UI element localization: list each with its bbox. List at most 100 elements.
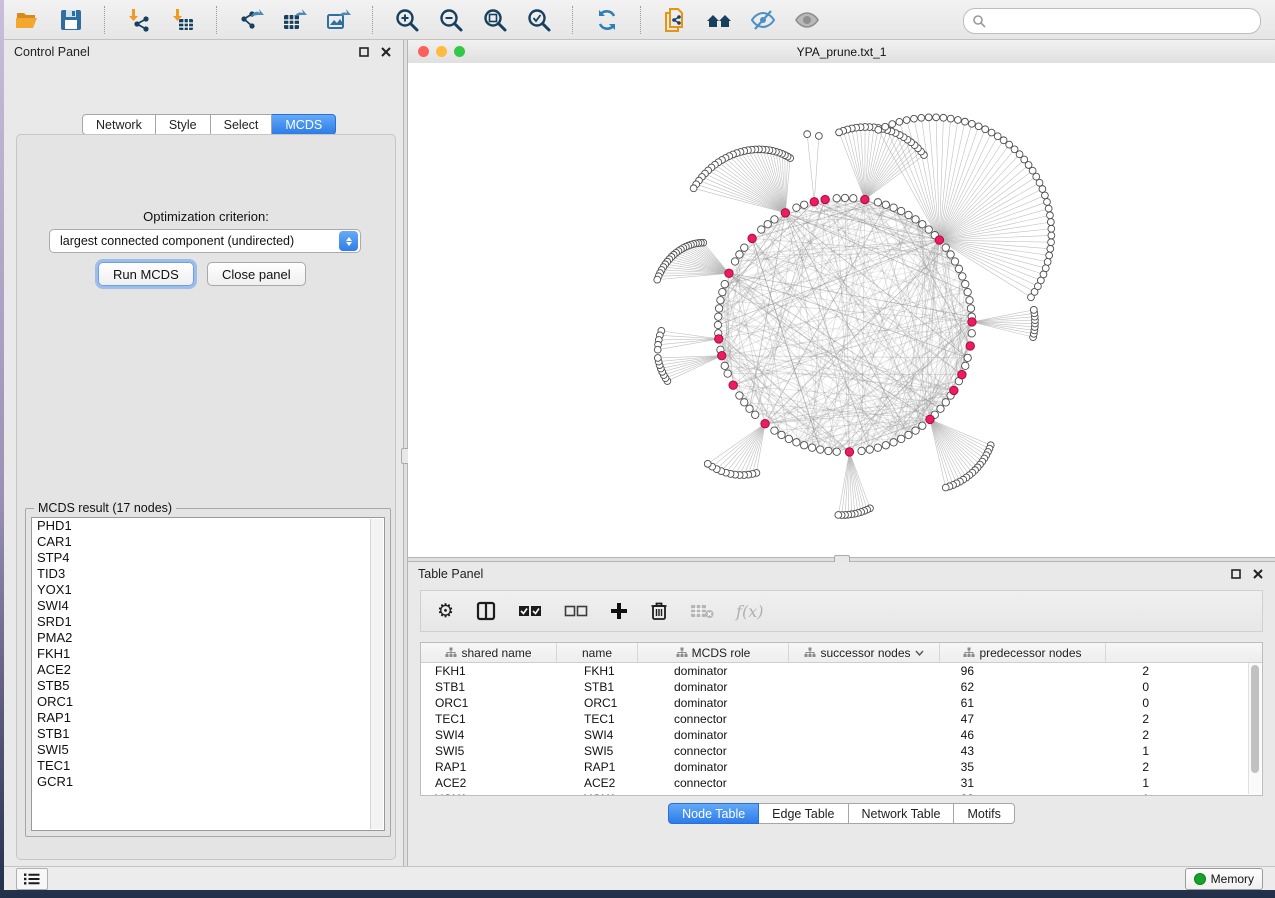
tab-motifs[interactable]: Motifs	[954, 803, 1014, 824]
table-row[interactable]: SWI5SWI5connector431	[421, 743, 1262, 759]
table-cell: dominator	[664, 663, 824, 679]
export-table-icon[interactable]	[280, 5, 310, 35]
tab-network-table[interactable]: Network Table	[849, 803, 955, 824]
hide-graphics-details-icon[interactable]	[748, 5, 778, 35]
column-header-mcds-role[interactable]: MCDS role	[638, 643, 789, 662]
float-panel-icon[interactable]	[357, 45, 371, 59]
zoom-selected-icon[interactable]	[524, 5, 554, 35]
tab-select[interactable]: Select	[211, 114, 273, 135]
close-window-icon[interactable]	[418, 46, 429, 57]
maximize-window-icon[interactable]	[454, 46, 465, 57]
zoom-fit-icon[interactable]	[480, 5, 510, 35]
refresh-view-icon[interactable]	[592, 5, 622, 35]
column-header-predecessor-nodes[interactable]: predecessor nodes	[940, 643, 1106, 662]
close-panel-icon[interactable]	[1251, 567, 1265, 581]
control-panel-title: Control Panel	[14, 45, 90, 59]
import-network-icon[interactable]	[124, 5, 154, 35]
table-cell: 61	[824, 695, 984, 711]
tab-mcds[interactable]: MCDS	[272, 114, 336, 135]
run-mcds-button[interactable]: Run MCDS	[98, 262, 194, 286]
criterion-dropdown[interactable]: largest connected component (undirected)	[49, 229, 361, 253]
tab-node-table[interactable]: Node Table	[668, 803, 759, 824]
deselect-all-icon[interactable]	[564, 599, 588, 623]
mcds-result-list[interactable]: PHD1CAR1STP4TID3YOX1SWI4SRD1PMA2FKH1ACE2…	[31, 517, 385, 831]
mcds-result-item[interactable]: PHD1	[32, 518, 384, 534]
search-icon	[972, 14, 986, 28]
table-cell: ACE2	[570, 775, 664, 791]
table-row[interactable]: SWI4SWI4dominator462	[421, 727, 1262, 743]
mcds-result-item[interactable]: STP4	[32, 550, 384, 566]
zoom-out-icon[interactable]	[436, 5, 466, 35]
search-field[interactable]	[963, 8, 1261, 34]
table-cell: FKH1	[421, 663, 570, 679]
network-canvas[interactable]	[408, 63, 1275, 557]
list-scrollbar[interactable]	[370, 519, 383, 829]
scrollbar-thumb[interactable]	[1251, 665, 1259, 773]
table-row[interactable]: FKH1FKH1dominator962	[421, 663, 1262, 679]
column-header-name[interactable]: name	[557, 643, 638, 662]
tab-network[interactable]: Network	[82, 114, 156, 135]
minimize-window-icon[interactable]	[436, 46, 447, 57]
birds-eye-view-icon[interactable]	[792, 5, 822, 35]
select-all-icon[interactable]	[518, 599, 542, 623]
mcds-result-item[interactable]: GCR1	[32, 774, 384, 790]
column-header-shared-name[interactable]: shared name	[421, 643, 557, 662]
list-icon	[24, 873, 40, 885]
mcds-result-item[interactable]: ACE2	[32, 662, 384, 678]
mcds-result-item[interactable]: RAP1	[32, 710, 384, 726]
mcds-result-item[interactable]: TEC1	[32, 758, 384, 774]
show-columns-icon[interactable]	[476, 599, 496, 623]
status-bar: Memory	[4, 866, 1275, 890]
zoom-in-icon[interactable]	[392, 5, 422, 35]
table-row[interactable]: RAP1RAP1dominator352	[421, 759, 1262, 775]
tab-style[interactable]: Style	[156, 114, 211, 135]
mcds-result-item[interactable]: PMA2	[32, 630, 384, 646]
task-history-button[interactable]	[16, 868, 48, 890]
table-row[interactable]: ORC1ORC1dominator610	[421, 695, 1262, 711]
mcds-result-item[interactable]: TID3	[32, 566, 384, 582]
tab-edge-table[interactable]: Edge Table	[759, 803, 848, 824]
table-panel: Table Panel ⚙ f(x) shared name name MCDS…	[408, 562, 1275, 866]
mcds-result-item[interactable]: SWI5	[32, 742, 384, 758]
export-image-icon[interactable]	[324, 5, 354, 35]
import-table-icon[interactable]	[168, 5, 198, 35]
mcds-result-item[interactable]: CAR1	[32, 534, 384, 550]
column-header-successor-nodes[interactable]: successor nodes	[789, 643, 940, 662]
table-cell: connector	[664, 775, 824, 791]
table-cell: 2	[984, 711, 1159, 727]
float-panel-icon[interactable]	[1229, 567, 1243, 581]
mcds-result-item[interactable]: YOX1	[32, 582, 384, 598]
save-session-icon[interactable]	[56, 5, 86, 35]
table-row[interactable]: YOX1YOX1connector291	[421, 791, 1262, 796]
mcds-result-item[interactable]: FKH1	[32, 646, 384, 662]
table-cell: TEC1	[421, 711, 570, 727]
table-cell: dominator	[664, 759, 824, 775]
toolbar-separator	[572, 6, 574, 34]
close-panel-icon[interactable]	[379, 45, 393, 59]
table-row[interactable]: ACE2ACE2connector311	[421, 775, 1262, 791]
mcds-result-item[interactable]: SWI4	[32, 598, 384, 614]
table-cell: 46	[824, 727, 984, 743]
first-neighbors-icon[interactable]	[704, 5, 734, 35]
close-panel-button[interactable]: Close panel	[207, 262, 306, 286]
export-network-icon[interactable]	[236, 5, 266, 35]
mcds-result-item[interactable]: SRD1	[32, 614, 384, 630]
network-window-titlebar[interactable]: YPA_prune.txt_1	[408, 40, 1275, 64]
mcds-result-item[interactable]: ORC1	[32, 694, 384, 710]
mcds-result-item[interactable]: STB1	[32, 726, 384, 742]
node-table[interactable]: shared name name MCDS role successor nod…	[420, 642, 1263, 796]
open-session-icon[interactable]	[12, 5, 42, 35]
table-cell: 96	[824, 663, 984, 679]
clone-network-icon[interactable]	[660, 5, 690, 35]
search-input[interactable]	[991, 13, 1252, 29]
table-options-gear-icon[interactable]: ⚙	[437, 599, 454, 623]
table-row[interactable]: STB1STB1dominator620	[421, 679, 1262, 695]
table-row[interactable]: TEC1TEC1connector472	[421, 711, 1262, 727]
delete-columns-trash-icon[interactable]	[650, 599, 668, 623]
memory-button[interactable]: Memory	[1185, 868, 1263, 890]
table-cell: 2	[984, 727, 1159, 743]
table-cell: YOX1	[421, 791, 570, 796]
create-column-plus-icon[interactable]	[610, 599, 628, 623]
mcds-result-item[interactable]: STB5	[32, 678, 384, 694]
table-scrollbar[interactable]	[1248, 663, 1261, 794]
